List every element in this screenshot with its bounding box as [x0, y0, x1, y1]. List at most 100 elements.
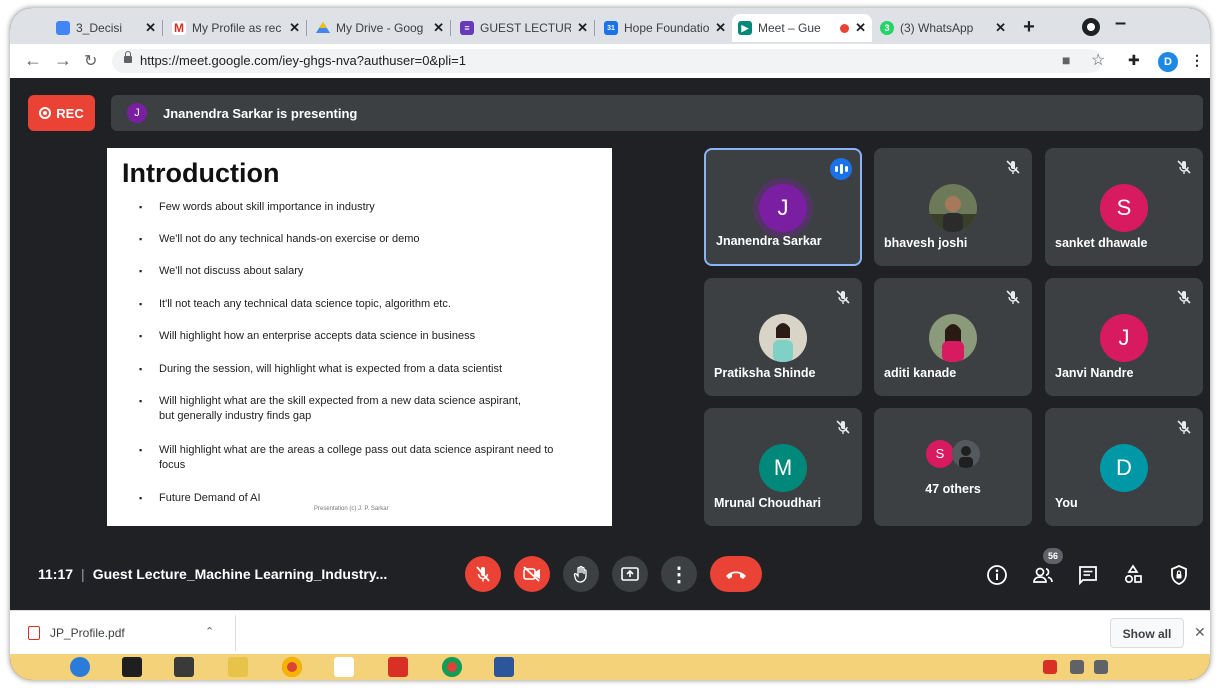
profile-avatar[interactable]: D — [1158, 52, 1178, 72]
participant-name: Jnanendra Sarkar — [716, 234, 822, 248]
tab-guest-lecture-form[interactable]: ≡ GUEST LECTURE ✕ — [454, 14, 594, 42]
download-item[interactable]: JP_Profile.pdf — [28, 619, 125, 647]
mic-off-icon — [1177, 160, 1191, 174]
activities-icon[interactable] — [1122, 564, 1144, 586]
tab-hope-foundation[interactable]: 31 Hope Foundatio ✕ — [598, 14, 732, 42]
slide-bullet: It'll not teach any technical data scien… — [139, 297, 451, 312]
present-now-button[interactable] — [612, 556, 648, 592]
chrome-icon[interactable] — [442, 657, 462, 677]
meet-icon: ▶ — [738, 21, 752, 35]
self-tile[interactable]: D You — [1045, 408, 1203, 526]
slide-bullet: We'll not do any technical hands-on exer… — [139, 232, 420, 247]
close-tab-icon[interactable]: ✕ — [855, 20, 866, 36]
screen-frame: 3_Decisi ✕ M My Profile as rec ✕ My Driv… — [10, 8, 1210, 680]
chevron-up-icon[interactable]: ⌃ — [205, 625, 214, 638]
participant-name: Pratiksha Shinde — [714, 366, 816, 380]
tray-icon[interactable] — [1043, 660, 1057, 674]
os-taskbar — [10, 654, 1210, 680]
participant-name: Janvi Nandre — [1055, 366, 1134, 380]
others-tile[interactable]: S 47 others — [874, 408, 1032, 526]
meeting-time: 11:17 — [38, 566, 74, 582]
more-options-button[interactable]: ⋮ — [661, 556, 697, 592]
terminal-icon[interactable] — [122, 657, 142, 677]
forms-icon: ≡ — [460, 21, 474, 35]
chrome-icon[interactable] — [282, 657, 302, 677]
close-tab-icon[interactable]: ✕ — [995, 20, 1006, 36]
back-arrow-icon[interactable]: ← — [24, 50, 42, 71]
tab-google-drive[interactable]: My Drive - Goog ✕ — [310, 14, 450, 42]
camera-icon[interactable]: ■ — [1062, 52, 1070, 68]
participant-photo — [952, 440, 980, 468]
participant-photo — [929, 314, 977, 362]
tab-search-icon[interactable] — [1082, 18, 1100, 36]
start-icon[interactable] — [70, 657, 90, 677]
tray-icon[interactable] — [1094, 660, 1108, 674]
download-file-name: JP_Profile.pdf — [50, 626, 125, 640]
participant-avatar: J — [1100, 314, 1148, 362]
close-tab-icon[interactable]: ✕ — [289, 20, 300, 36]
participant-photo — [759, 314, 807, 362]
slide-bullet: Will highlight how an enterprise accepts… — [139, 329, 475, 344]
close-tab-icon[interactable]: ✕ — [577, 20, 588, 36]
tab-meet[interactable]: ▶ Meet – Gue ✕ — [732, 14, 872, 42]
participant-tile[interactable]: aditi kanade — [874, 278, 1032, 396]
notes-icon[interactable] — [228, 657, 248, 677]
tray-icon[interactable] — [1070, 660, 1084, 674]
toggle-mic-button[interactable] — [465, 556, 501, 592]
mic-off-icon — [836, 290, 850, 304]
extensions-icon[interactable]: ✚ — [1128, 52, 1140, 69]
toggle-camera-button[interactable] — [514, 556, 550, 592]
participant-avatar: S — [1100, 184, 1148, 232]
bookmark-star-icon[interactable]: ☆ — [1091, 50, 1105, 70]
tab-decision[interactable]: 3_Decisi ✕ — [50, 14, 162, 42]
minimize-window-icon[interactable]: – — [1115, 12, 1126, 35]
participant-name: bhavesh joshi — [884, 236, 968, 250]
forward-arrow-icon[interactable]: → — [54, 50, 72, 71]
tab-gmail-profile[interactable]: M My Profile as rec ✕ — [166, 14, 306, 42]
show-all-button[interactable]: Show all — [1110, 618, 1184, 648]
close-tab-icon[interactable]: ✕ — [715, 20, 726, 36]
participant-tile[interactable]: bhavesh joshi — [874, 148, 1032, 266]
close-icon[interactable]: ✕ — [1194, 624, 1206, 641]
participant-tile[interactable]: S sanket dhawale — [1045, 148, 1203, 266]
tab-whatsapp[interactable]: 3 (3) WhatsApp ✕ — [874, 14, 1012, 42]
slide-bullet: Will highlight what are the areas a coll… — [139, 443, 559, 473]
participant-tile[interactable]: J Janvi Nandre — [1045, 278, 1203, 396]
leave-call-button[interactable] — [710, 556, 762, 592]
mic-off-icon — [836, 420, 850, 434]
participant-avatar: D — [1100, 444, 1148, 492]
recording-badge[interactable]: REC — [28, 95, 95, 131]
chat-icon[interactable] — [1077, 564, 1099, 586]
meeting-details-icon[interactable] — [986, 564, 1008, 586]
new-tab-icon[interactable]: + — [1018, 17, 1040, 39]
meet-control-bar: 11:17 | Guest Lecture_Machine Learning_Ind… — [10, 540, 1210, 610]
address-bar[interactable]: https://meet.google.com/iey-ghgs-nva?aut… — [112, 49, 1102, 73]
slide-bullet: We'll not discuss about salary — [139, 264, 303, 279]
participant-tile[interactable]: J Jnanendra Sarkar — [704, 148, 862, 266]
window-icon[interactable] — [174, 657, 194, 677]
raise-hand-button[interactable] — [563, 556, 599, 592]
camera-off-icon — [523, 566, 540, 582]
reload-icon[interactable]: ↻ — [84, 51, 97, 71]
drive-icon — [316, 21, 330, 35]
document-icon — [56, 21, 70, 35]
downloads-bar: JP_Profile.pdf ⌃ Show all ✕ — [10, 610, 1210, 655]
close-tab-icon[interactable]: ✕ — [433, 20, 444, 36]
slide-footer: Presentation (c) J. P. Sarkar — [314, 506, 389, 512]
word-icon[interactable] — [494, 657, 514, 677]
file-icon[interactable] — [334, 657, 354, 677]
participant-avatar: S — [926, 440, 954, 468]
participant-tile[interactable]: Pratiksha Shinde — [704, 278, 862, 396]
meeting-details: 11:17 | Guest Lecture_Machine Learning_Ind… — [38, 566, 388, 582]
people-icon[interactable] — [1032, 564, 1054, 586]
close-tab-icon[interactable]: ✕ — [145, 20, 156, 36]
recording-indicator-icon — [840, 23, 850, 33]
menu-icon[interactable]: ⋮ — [1190, 52, 1204, 69]
slide-bullet: Few words about skill importance in indu… — [139, 200, 375, 215]
participant-tile[interactable]: M Mrunal Choudhari — [704, 408, 862, 526]
speaking-indicator-icon — [830, 158, 852, 180]
mic-off-icon — [1177, 420, 1191, 434]
host-controls-shield-icon[interactable] — [1168, 564, 1190, 586]
hang-up-icon — [726, 571, 746, 579]
acrobat-icon[interactable] — [388, 657, 408, 677]
